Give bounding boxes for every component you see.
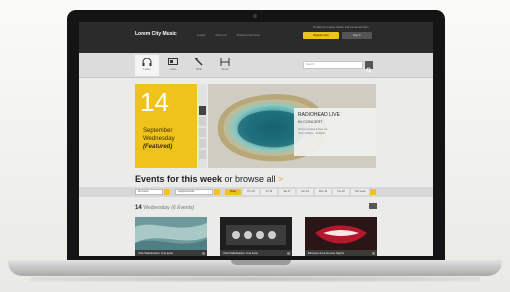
laptop-screen: Lorem City Music Legals About Us Preferr… [79,22,433,256]
day-tab[interactable]: Sun 18 [297,189,313,195]
list-weekday: Wednesday [143,205,170,211]
event-card[interactable]: Vola Tsabaivaisio: Una karie [135,217,207,256]
event-card-title: Vola Tsabaivaisio: Una karie [138,251,173,255]
laptop-notch [231,260,291,265]
search-button[interactable] [365,61,373,73]
event-card-title: Vola Tsabaivaisio: Una karie [223,251,258,255]
category-learn[interactable]: Learn [161,55,185,76]
hero-pager [198,84,207,168]
search-icon [366,67,372,73]
pager-arrow-icon[interactable] [199,106,206,115]
hero-caption[interactable]: RADIOHEAD LIVE IN CONCERT Venue: Festiva… [294,108,376,156]
category-bar: Listen Learn Write Venue Search [79,53,433,78]
event-card-title: Blossom Area Groove Nights [308,251,344,255]
laptop-base [8,260,502,276]
headphones-icon [142,58,152,66]
info-icon[interactable] [287,252,290,255]
day-tab-this-week[interactable]: This week [351,189,369,195]
hero-image[interactable]: RADIOHEAD LIVE IN CONCERT Venue: Festiva… [208,84,376,168]
day-tab-today[interactable]: Today [225,189,241,195]
calendar-icon[interactable] [370,189,376,195]
event-card[interactable]: Vola Tsabaivaisio: Una karie [220,217,292,256]
chevron-down-icon[interactable] [214,189,220,195]
top-nav: Legals About Us Preferred Services [197,33,260,37]
event-card-footer: Vola Tsabaivaisio: Una karie [220,250,292,256]
category-write[interactable]: Write [187,55,211,76]
nav-link-legals[interactable]: Legals [197,33,205,37]
pager-dot[interactable] [199,150,206,159]
list-day: 14 [135,205,142,211]
featured-date-card[interactable]: 14 September Wednesday (Featured) [135,84,197,168]
day-tab[interactable]: Tue 20 [333,189,349,195]
neighborhood-filter-select[interactable]: neighborhoods [175,189,213,195]
category-label: Learn [169,68,177,71]
date-day: 14 [140,87,169,117]
site-logo[interactable]: Lorem City Music [135,31,177,37]
search-input[interactable]: Search [303,61,363,69]
category-label: Listen [143,68,151,71]
laptop-bezel: Lorem City Music Legals About Us Preferr… [67,10,445,262]
pager-dot[interactable] [199,128,206,137]
top-bar: Lorem City Music Legals About Us Preferr… [79,22,433,53]
event-list-heading: 14 Wednesday (6 Events) [135,205,194,211]
events-heading-bold: Events for this week [135,174,223,184]
event-card-footer: Vola Tsabaivaisio: Una karie [135,250,207,256]
day-tab[interactable]: Thu 15 [243,189,259,195]
pager-dot[interactable] [199,117,206,126]
event-card-footer: Blossom Area Groove Nights [305,250,377,256]
info-icon[interactable] [372,252,375,255]
events-heading: Events for this week or browse all [135,174,276,184]
info-icon[interactable] [202,252,205,255]
chevron-right-icon[interactable]: > [278,174,283,184]
category-label: Venue [221,68,229,71]
nav-link-about[interactable]: About Us [215,33,227,37]
camera-icon [253,14,257,18]
list-count: (6 Events) [171,205,195,211]
login-prompt: To add your events, bands, and venues li… [313,26,369,29]
date-month: September [143,128,173,134]
events-filter-select[interactable]: all events [135,189,163,195]
caption-subtitle: IN CONCERT [298,119,323,124]
day-tab[interactable]: Mon 19 [315,189,331,195]
event-card[interactable]: Blossom Area Groove Nights [305,217,377,256]
monitor-icon [168,58,178,65]
rack-icon [220,58,230,66]
nav-link-services[interactable]: Preferred Services [237,33,260,37]
stage: Lorem City Music Legals About Us Preferr… [0,0,510,292]
chevron-down-icon[interactable] [164,189,170,195]
filter-bar: all events neighborhoods Today Thu 15 Fr… [79,187,433,197]
browse-all-link[interactable]: or browse all [222,174,276,184]
laptop-shadow [30,276,480,282]
category-listen[interactable]: Listen [135,55,159,76]
register-button[interactable]: Register Now [303,32,339,39]
category-venue[interactable]: Venue [213,55,237,76]
pen-icon [195,58,203,66]
signin-button[interactable]: Sign in [342,32,372,39]
pager-dot[interactable] [199,139,206,148]
day-tab[interactable]: Fri 16 [261,189,277,195]
date-weekday: Wednesday [143,136,175,142]
day-tab[interactable]: Sat 17 [279,189,295,195]
list-more-button[interactable] [369,203,377,209]
featured-label: (Featured) [143,144,173,150]
caption-time: Time: 9:00pm - 11:30pm [298,132,325,135]
caption-title: RADIOHEAD LIVE [298,112,340,118]
category-label: Write [195,68,202,71]
